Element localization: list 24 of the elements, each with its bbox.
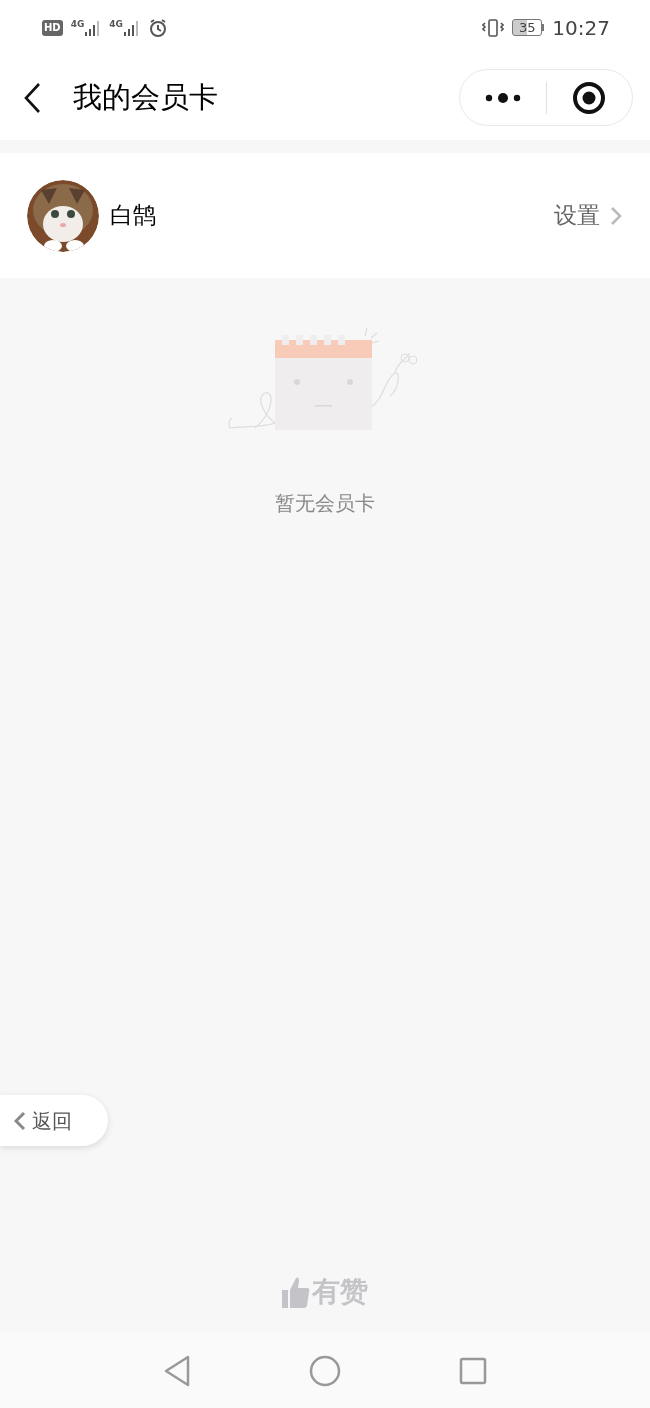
alarm-icon xyxy=(148,17,168,38)
network-type: 4G xyxy=(109,19,123,29)
signal-icon xyxy=(85,19,102,36)
home-circle-icon[interactable] xyxy=(309,1354,341,1387)
empty-message: 暂无会员卡 xyxy=(275,490,375,517)
vibrate-icon xyxy=(482,17,505,38)
more-icon xyxy=(483,91,522,104)
page-title: 我的会员卡 xyxy=(73,78,218,116)
thumbs-up-icon xyxy=(282,1276,310,1308)
settings-link[interactable]: 设置 xyxy=(554,198,600,233)
network-type: 4G xyxy=(70,19,85,29)
chevron-right-icon xyxy=(610,205,622,226)
user-name: 白鹄 xyxy=(110,201,156,231)
chevron-left-icon xyxy=(14,1110,26,1131)
back-icon xyxy=(22,81,42,114)
back-triangle-icon[interactable] xyxy=(163,1354,191,1387)
recents-square-icon[interactable] xyxy=(459,1356,487,1385)
battery-indicator: 35 xyxy=(512,19,545,36)
floating-back-button[interactable]: 返回 xyxy=(0,1095,108,1146)
clock-time: 10:27 xyxy=(552,14,610,42)
target-icon xyxy=(572,80,607,115)
signal-icon xyxy=(124,19,140,36)
profile-row[interactable]: 白鹄 设置 xyxy=(0,153,650,278)
hd-badge: HD xyxy=(42,19,63,36)
